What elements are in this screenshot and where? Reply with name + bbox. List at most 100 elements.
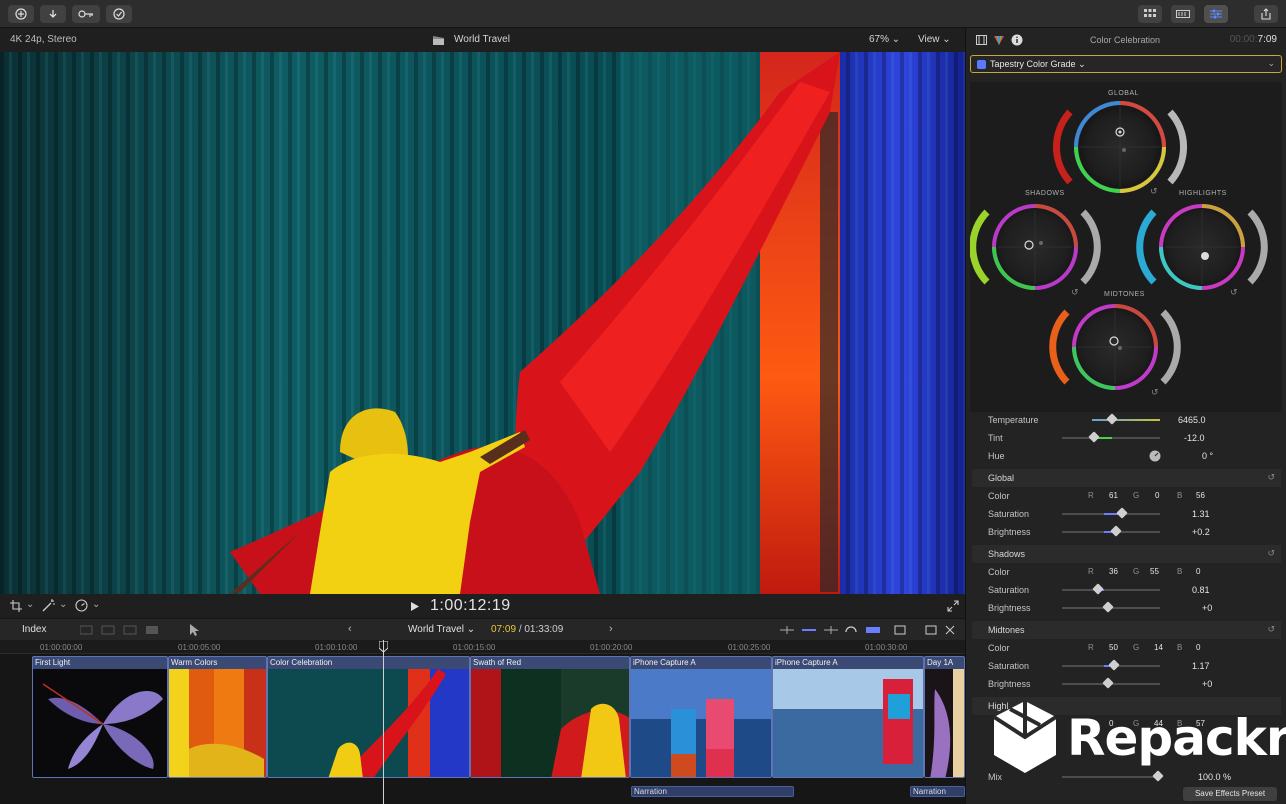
midtones-color-row[interactable]: Color R 50 G 14 B 0 [972,639,1281,657]
key-icon [78,10,93,18]
speed-icon[interactable] [75,599,88,612]
brightness-slider[interactable] [1062,601,1160,613]
timeline-area[interactable]: First Light Warm Colors Color Celebratio… [0,654,965,804]
viewer-canvas[interactable] [0,52,965,594]
midtones-saturation-row[interactable]: Saturation 1.17 [972,657,1281,675]
global-color-row[interactable]: Color R 61 G 0 B 56 [972,487,1281,505]
grid-icon [1144,9,1156,17]
timeline-project-menu[interactable]: World Travel ⌄ [408,624,475,635]
clip-label: iPhone Capture A [775,658,838,667]
brightness-slider[interactable] [1062,525,1160,537]
inspector-toggle[interactable] [1204,5,1228,23]
shadows-section-header[interactable]: Shadows ↺ [972,545,1281,563]
format-info: 4K 24p, Stereo [10,34,77,45]
final-cut-window: 4K 24p, Stereo World Travel 67% ⌄ View ⌄ [0,0,1286,804]
chevron-down-icon[interactable]: ⌄ [26,599,34,610]
reset-icon[interactable]: ↺ [1267,472,1275,483]
hue-dial[interactable] [1149,450,1161,462]
chevron-down-icon: ⌄ [942,34,951,45]
zoom-menu[interactable]: 67% ⌄ [869,34,900,45]
ruler-tick: 01:00:10:00 [315,643,358,652]
background-tasks-button[interactable] [106,5,132,23]
timeline-toggle[interactable] [1171,5,1195,23]
select-tool-icon[interactable] [188,624,208,636]
global-saturation-row[interactable]: Saturation 1.31 [972,505,1281,523]
clip-thumbnail [631,669,771,777]
timeline-tools-icon[interactable] [780,624,960,636]
film-icon[interactable] [976,35,987,45]
hue-row[interactable]: Hue 0 ° [972,447,1281,465]
import-button[interactable] [8,5,34,23]
info-icon[interactable] [1011,34,1023,46]
wheels-graphic[interactable]: ↺ ↺ ↺ ↺ [970,82,1282,412]
chevron-down-icon: ⌄ [1078,59,1086,69]
timeline-clip[interactable]: Swath of Red [470,656,630,778]
narration-clip[interactable]: Narration [910,786,965,797]
saturation-slider[interactable] [1062,583,1160,595]
index-button[interactable]: Index [22,624,46,635]
magic-wand-icon[interactable] [42,599,56,612]
brightness-slider[interactable] [1062,677,1160,689]
color-icon[interactable] [993,34,1005,46]
play-icon[interactable] [411,602,419,611]
tint-row[interactable]: Tint -12.0 [972,429,1281,447]
saturation-slider[interactable] [1062,507,1160,519]
clip-label: Swath of Red [473,658,522,667]
global-brightness-row[interactable]: Brightness +0.2 [972,523,1281,541]
browser-toggle[interactable] [1138,5,1162,23]
timeline-header: Index ‹ World Travel ⌄ 07:09 / 01:33:09 … [0,618,965,640]
shadows-brightness-row[interactable]: Brightness +0 [972,599,1281,617]
clip-thumbnail [268,669,469,777]
midtones-section-header[interactable]: Midtones ↺ [972,621,1281,639]
playhead[interactable] [383,640,384,804]
timeline-clip[interactable]: Day 1A [924,656,965,778]
keywords-button[interactable] [72,5,100,23]
global-section-header[interactable]: Global ↺ [972,469,1281,487]
viewer-header: 4K 24p, Stereo World Travel 67% ⌄ View ⌄ [0,28,965,52]
reset-icon: ↺ [1151,387,1159,397]
import-icon [15,8,27,20]
watermark: Repackra [985,695,1286,781]
timeline-clip[interactable]: iPhone Capture A [772,656,924,778]
reset-icon[interactable]: ↺ [1267,548,1275,559]
chevron-down-icon[interactable]: ⌄ [92,599,100,610]
shadows-color-row[interactable]: Color R 36 G 55 B 0 [972,563,1281,581]
clip-label: First Light [35,658,71,667]
fullscreen-icon[interactable] [947,600,959,612]
chevron-down-icon[interactable]: ⌄ [1267,58,1275,69]
clip-thumbnail [471,669,629,777]
tint-slider[interactable] [1062,431,1160,443]
clip-thumbnail [773,669,923,777]
temperature-row[interactable]: Temperature 6465.0 [972,411,1281,429]
crop-icon[interactable] [10,600,22,612]
timeline-ruler[interactable]: 01:00:00:00 01:00:05:00 01:00:10:00 01:0… [0,640,965,654]
saturation-slider[interactable] [1062,659,1160,671]
timeline-clip[interactable]: First Light [32,656,168,778]
narration-clip[interactable]: Narration [631,786,794,797]
midtones-brightness-row[interactable]: Brightness +0 [972,675,1281,693]
chevron-down-icon[interactable]: ⌄ [59,599,67,610]
effect-checkbox[interactable] [977,60,986,69]
color-effect-selector[interactable]: Tapestry Color Grade ⌄ ⌄ [970,55,1282,73]
filmstrip-icon [1176,10,1190,18]
timeline-clip[interactable]: Color Celebration [267,656,470,778]
share-button[interactable] [1254,5,1278,23]
timeline-clip[interactable]: iPhone Capture A [630,656,772,778]
clip-thumbnail [925,669,964,777]
reset-icon[interactable]: ↺ [1267,624,1275,635]
view-menu[interactable]: View ⌄ [918,34,951,45]
temperature-slider[interactable] [1092,413,1160,425]
clip-thumbnail [33,669,167,777]
timeline-clip[interactable]: Warm Colors [168,656,267,778]
save-effects-preset-button[interactable]: Save Effects Preset [1183,787,1277,801]
edit-buttons-icon[interactable] [80,624,166,636]
shadows-saturation-row[interactable]: Saturation 0.81 [972,581,1281,599]
chevron-right-icon[interactable]: › [609,623,613,635]
ruler-tick: 01:00:05:00 [178,643,221,652]
chevron-left-icon[interactable]: ‹ [348,623,352,635]
viewer-timecode[interactable]: 1:00:12:19 [430,597,511,615]
download-button[interactable] [40,5,66,23]
color-wheels: GLOBAL SHADOWS HIGHLIGHTS MIDTONES ↺ ↺ ↺… [970,82,1282,412]
viewer-project-title: World Travel [454,34,510,45]
playhead-handle-icon[interactable] [379,641,388,653]
